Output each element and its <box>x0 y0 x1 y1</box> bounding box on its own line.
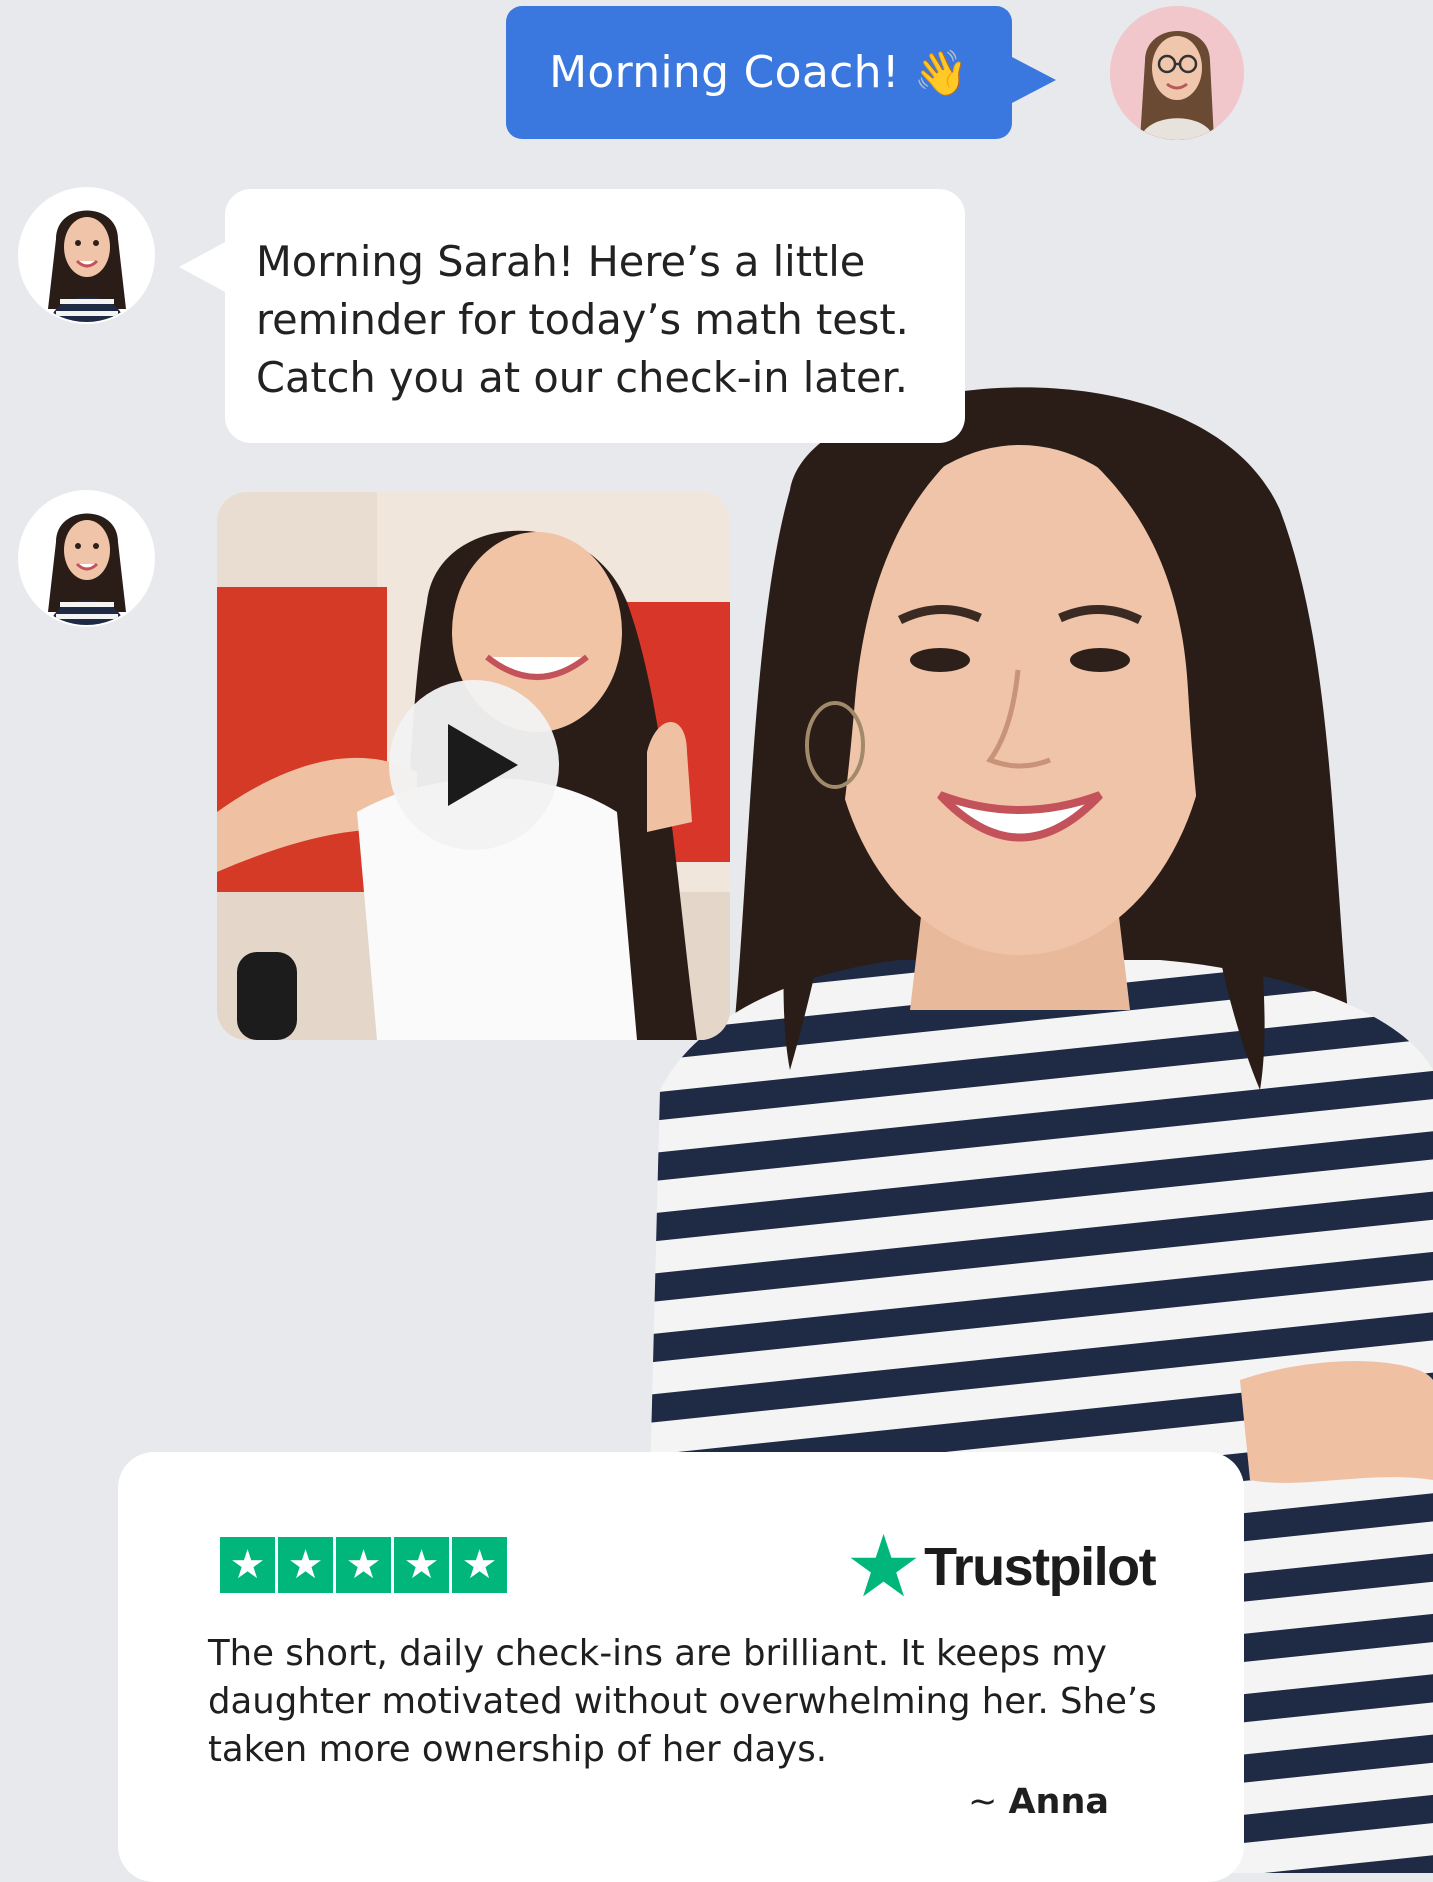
review-author: ~ Anna <box>968 1782 1109 1822</box>
coach-avatar <box>20 189 153 322</box>
coach-avatar <box>20 492 153 625</box>
play-button[interactable] <box>389 680 559 850</box>
user-avatar <box>1110 6 1244 140</box>
star-rating: ★ ★ ★ ★ ★ <box>220 1537 507 1593</box>
review-card: ★ ★ ★ ★ ★ ★ Trustpilot The short, daily … <box>118 1452 1244 1882</box>
trustpilot-logo: ★ Trustpilot <box>845 1517 1157 1617</box>
star-icon: ★ <box>220 1537 275 1593</box>
author-name: Anna <box>1008 1782 1109 1822</box>
star-icon: ★ <box>394 1537 449 1593</box>
incoming-message-line: Morning Sarah! Here’s a little <box>256 237 866 286</box>
star-icon: ★ <box>452 1537 507 1593</box>
incoming-message-line: Catch you at our check-in later. <box>256 353 908 402</box>
trustpilot-star-icon: ★ <box>845 1517 923 1617</box>
trustpilot-wordmark: Trustpilot <box>924 1537 1156 1597</box>
review-text: The short, daily check-ins are brilliant… <box>208 1633 1157 1770</box>
author-prefix: ~ <box>967 1782 998 1822</box>
outgoing-message-text: Morning Coach! <box>549 47 900 98</box>
star-icon: ★ <box>278 1537 333 1593</box>
star-icon: ★ <box>336 1537 391 1593</box>
waving-hand-emoji: 👋 <box>913 47 969 99</box>
incoming-message-line: reminder for today’s math test. <box>256 295 909 344</box>
play-icon <box>448 724 518 806</box>
incoming-message-bubble: Morning Sarah! Here’s a little reminder … <box>179 189 965 443</box>
outgoing-message-bubble: Morning Coach! 👋 <box>506 6 1056 139</box>
